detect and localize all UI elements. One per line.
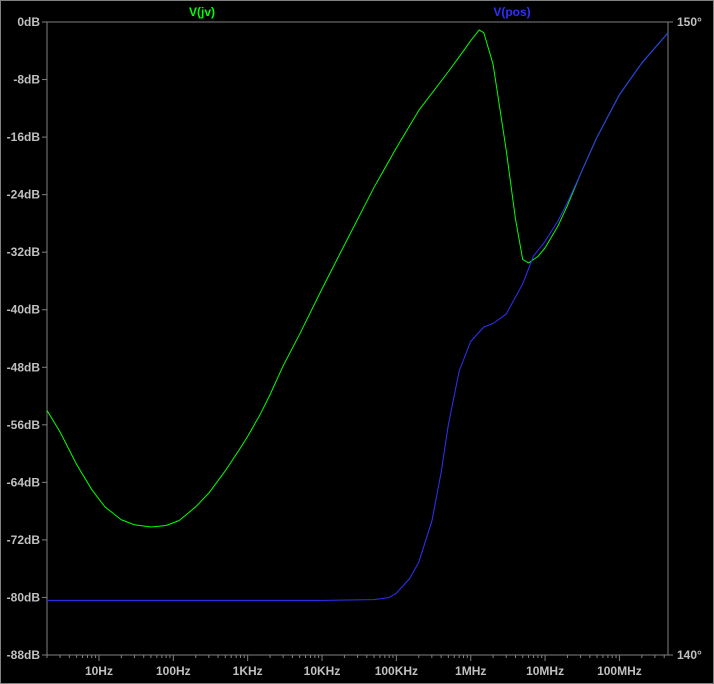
x-tick-label: 100MHz [597, 664, 642, 678]
y-tick-label: -48dB [7, 360, 41, 374]
series-line-v-pos[interactable] [47, 32, 669, 601]
y-tick-label: -8dB [13, 73, 40, 87]
y-tick-label: -72dB [7, 533, 41, 547]
x-tick-label: 1KHz [233, 664, 263, 678]
bode-plot[interactable]: 0dB -8dB -16dB -24dB -32dB -40dB -48dB -56dB -64… [0, 0, 714, 684]
series-layer [46, 29, 669, 601]
y-tick-label: -40dB [7, 303, 41, 317]
x-tick-label: 1MHz [455, 664, 486, 678]
legend: V(jv) V(pos) [189, 5, 531, 19]
y-tick-label: -64dB [7, 475, 41, 489]
axes: 0dB -8dB -16dB -24dB -32dB -40dB -48dB -56dB -64… [7, 15, 702, 678]
y2-tick-label: 150° [677, 15, 702, 29]
y-tick-label: -56dB [7, 418, 41, 432]
plot-area-border [46, 21, 669, 656]
y-tick-label: -24dB [7, 188, 41, 202]
y2-tick-label: 140° [677, 648, 702, 662]
legend-entry[interactable]: V(jv) [189, 5, 215, 19]
x-tick-label: 100KHz [375, 664, 418, 678]
x-tick-label: 10KHz [304, 664, 341, 678]
x-tick-label: 10MHz [526, 664, 564, 678]
series-line-v-jv[interactable] [46, 29, 669, 528]
y-tick-label: -88dB [7, 648, 41, 662]
x-tick-label: 10Hz [85, 664, 113, 678]
y-tick-label: -80dB [7, 590, 41, 604]
x-tick-label: 100Hz [156, 664, 191, 678]
legend-entry[interactable]: V(pos) [493, 5, 530, 19]
y-tick-label: 0dB [17, 15, 40, 29]
y-tick-label: -16dB [7, 130, 41, 144]
y-tick-label: -32dB [7, 245, 41, 259]
